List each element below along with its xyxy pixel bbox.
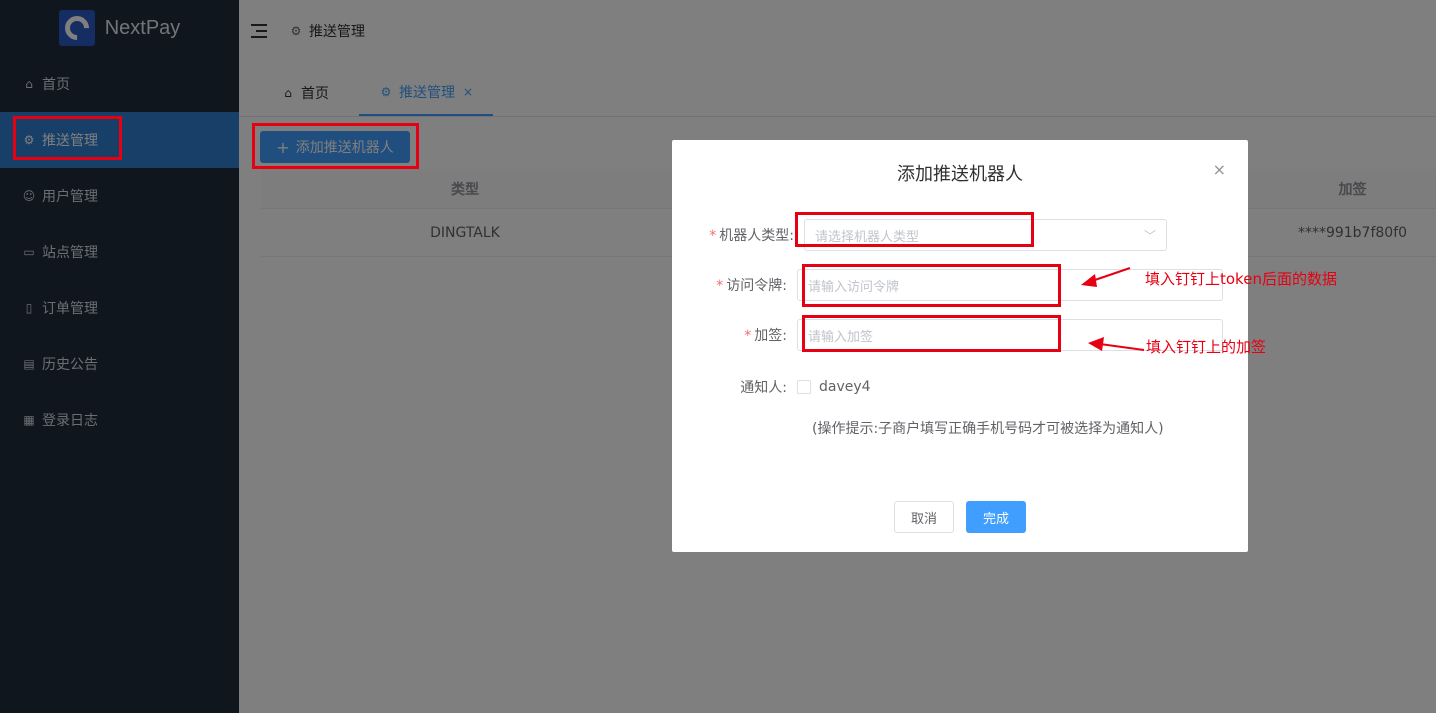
required-mark: * (744, 328, 752, 344)
dialog-title: 添加推送机器人 (897, 164, 1023, 185)
cancel-button[interactable]: 取消 (894, 501, 954, 533)
sign-label: * 加签: (744, 328, 787, 344)
annotation-arrow-token (1081, 267, 1131, 287)
operation-hint: (操作提示:子商户填写正确手机号码才可被选择为通知人) (812, 421, 1164, 437)
annotation-text-sign: 填入钉钉上的加签 (1146, 338, 1267, 356)
close-icon[interactable]: × (1213, 160, 1226, 179)
annotation-box-sidebar (13, 116, 122, 160)
robot-type-label: * 机器人类型: (709, 228, 794, 244)
annotation-box-add-button (252, 123, 419, 169)
required-mark: * (709, 228, 717, 244)
required-mark: * (716, 278, 724, 294)
annotation-text-token: 填入钉钉上token后面的数据 (1145, 270, 1337, 288)
notify-option[interactable]: davey4 (797, 379, 871, 395)
notify-label: 通知人: (740, 380, 787, 396)
token-label: * 访问令牌: (716, 278, 787, 294)
annotation-arrow-sign (1088, 337, 1145, 351)
annotation-box-sign (802, 315, 1061, 352)
notify-option-label: davey4 (819, 379, 871, 395)
annotation-box-token (802, 264, 1061, 307)
form-row-notify: 通知人: davey4 (672, 377, 871, 397)
annotation-box-robot-type (795, 212, 1034, 247)
confirm-button[interactable]: 完成 (966, 501, 1026, 533)
chevron-down-icon: ﹀ (1143, 228, 1156, 243)
notify-checkbox[interactable] (797, 380, 811, 394)
